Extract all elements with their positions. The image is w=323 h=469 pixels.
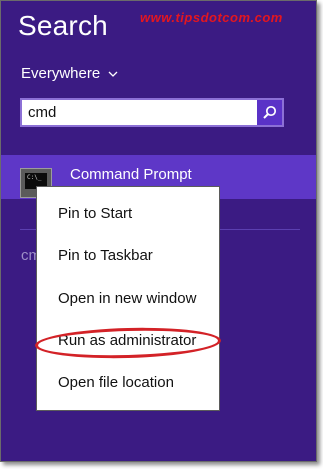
search-input[interactable]	[28, 100, 252, 125]
terminal-prompt-glyph: C:\_	[27, 174, 42, 181]
search-result-label: Command Prompt	[70, 166, 192, 183]
search-scope-dropdown[interactable]: Everywhere	[21, 65, 118, 82]
chevron-down-icon	[108, 71, 118, 77]
menu-item-open-in-new-window[interactable]: Open in new window	[58, 290, 196, 307]
menu-item-open-file-location[interactable]: Open file location	[58, 374, 174, 391]
search-icon	[263, 105, 277, 119]
page-title: Search	[18, 10, 108, 41]
search-scope-label: Everywhere	[21, 65, 101, 82]
context-menu: Pin to Start Pin to Taskbar Open in new …	[36, 186, 220, 411]
search-button[interactable]	[257, 100, 282, 125]
search-box	[20, 98, 284, 127]
watermark-text: www.tipsdotcom.com	[140, 10, 283, 25]
menu-item-pin-to-start[interactable]: Pin to Start	[58, 205, 132, 222]
menu-item-pin-to-taskbar[interactable]: Pin to Taskbar	[58, 247, 153, 264]
